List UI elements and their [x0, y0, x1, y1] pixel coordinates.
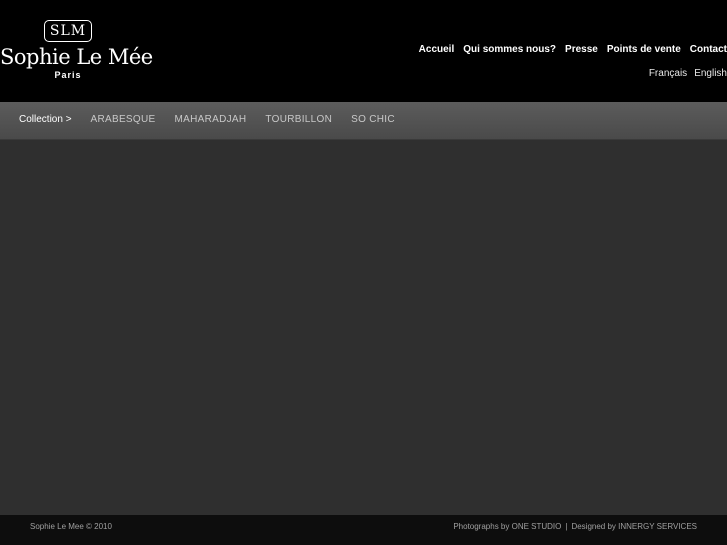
nav-contact[interactable]: Contact: [690, 44, 727, 56]
collection-arabesque[interactable]: ARABESQUE: [91, 114, 156, 126]
credit-separator: |: [565, 522, 568, 531]
footer-copyright: Sophie Le Mee © 2010: [30, 522, 112, 531]
brand-monogram: SLM: [43, 20, 93, 42]
nav-points-de-vente[interactable]: Points de vente: [607, 44, 681, 56]
design-credit-link[interactable]: Designed by INNERGY SERVICES: [571, 522, 697, 531]
collection-maharadjah[interactable]: MAHARADJAH: [174, 114, 246, 126]
lang-francais[interactable]: Français: [649, 68, 687, 80]
page: SLM Sophie Le Mée Paris Accueil Qui somm…: [0, 0, 727, 545]
site-footer: Sophie Le Mee © 2010 Photographs by ONE …: [0, 515, 727, 545]
nav-qui-sommes-nous[interactable]: Qui sommes nous?: [463, 44, 556, 56]
collection-breadcrumb: Collection >: [19, 114, 72, 125]
lang-english[interactable]: English: [694, 68, 727, 80]
nav-presse[interactable]: Presse: [565, 44, 598, 56]
collection-bar: Collection > ARABESQUE MAHARADJAH TOURBI…: [0, 102, 727, 140]
nav-accueil[interactable]: Accueil: [419, 44, 455, 56]
photo-credit-link[interactable]: Photographs by ONE STUDIO: [453, 522, 561, 531]
collection-so-chic[interactable]: SO CHIC: [351, 114, 395, 126]
brand-name: Sophie Le Mée: [0, 45, 153, 69]
brand-city: Paris: [54, 70, 82, 80]
site-header: SLM Sophie Le Mée Paris Accueil Qui somm…: [0, 0, 727, 102]
brand-logo[interactable]: SLM Sophie Le Mée Paris: [0, 18, 153, 88]
content-area: [0, 140, 727, 515]
main-navigation: Accueil Qui sommes nous? Presse Points d…: [419, 44, 727, 56]
language-switcher: Français English: [649, 68, 727, 80]
collection-menu: Collection > ARABESQUE MAHARADJAH TOURBI…: [19, 114, 395, 126]
footer-credits: Photographs by ONE STUDIO | Designed by IN…: [453, 522, 697, 532]
collection-tourbillon[interactable]: TOURBILLON: [265, 114, 332, 126]
